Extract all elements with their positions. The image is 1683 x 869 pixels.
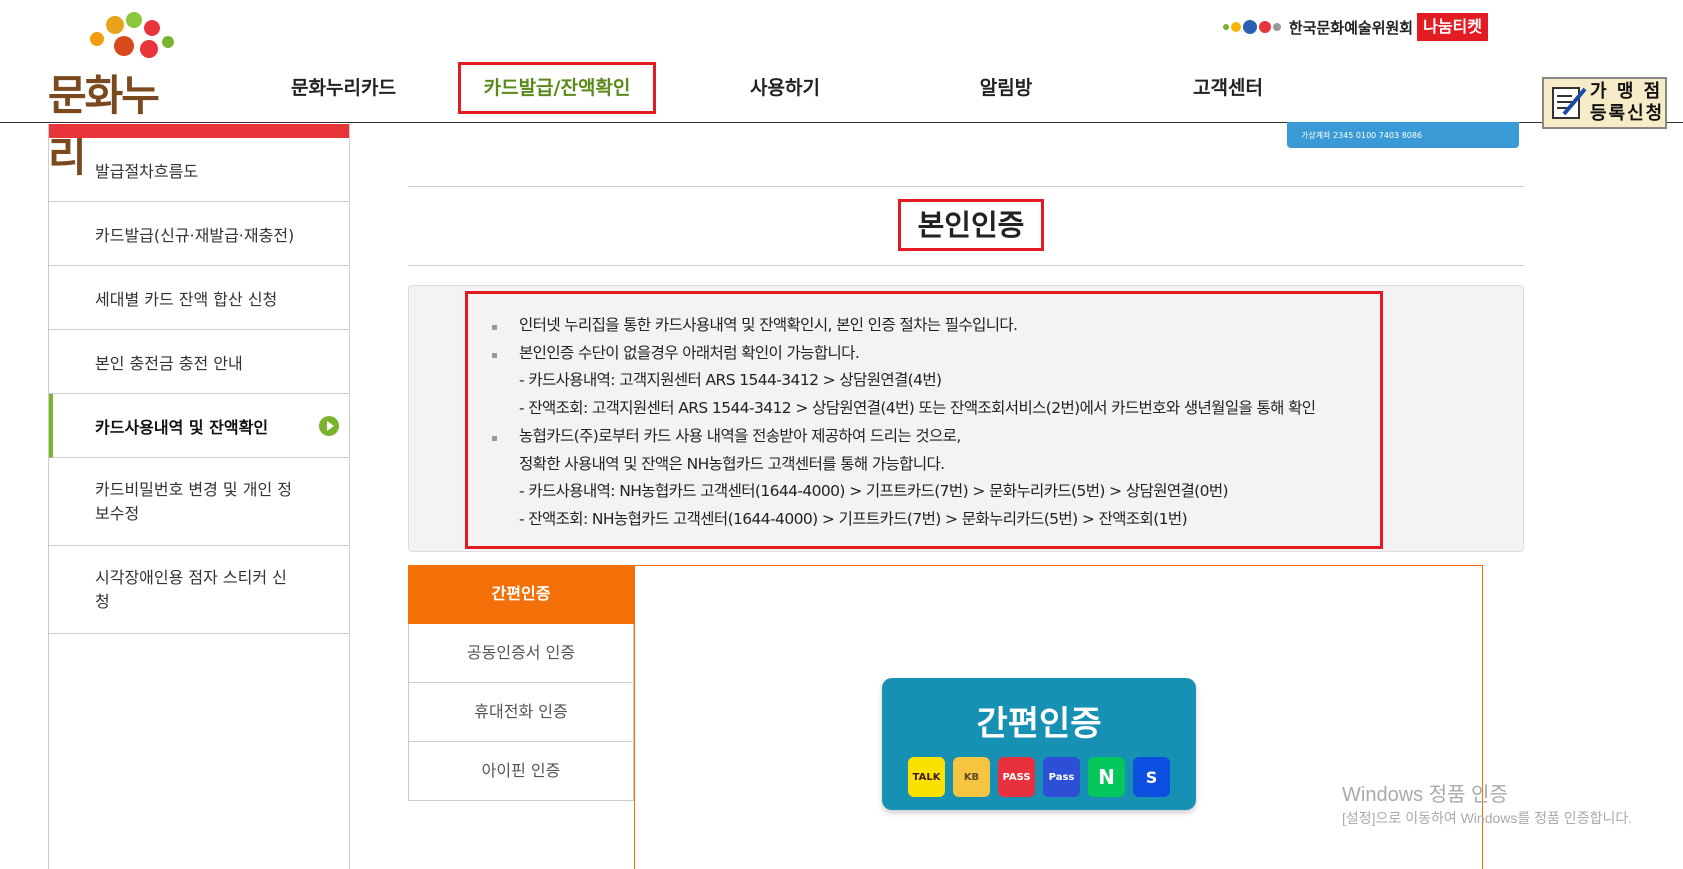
notice-box: 인터넷 누리집을 통한 카드사용내역 및 잔액확인시, 본인 인증 절차는 필수… bbox=[408, 285, 1524, 552]
pen-document-icon bbox=[1550, 84, 1588, 122]
arko-link[interactable]: 한국문화예술위원회 bbox=[1289, 17, 1413, 38]
windows-activation-watermark: Windows 정품 인증 [설정]으로 이동하여 Windows를 정품 인증… bbox=[1342, 783, 1632, 829]
logo-decoration-icon bbox=[126, 12, 142, 28]
site-logo[interactable]: 문화누리 bbox=[44, 10, 194, 181]
store-button-line2: 등록신청 bbox=[1590, 103, 1665, 124]
notice-line: - 카드사용내역: NH농협카드 고객센터(1644-4000) > 기프트카드… bbox=[519, 482, 1229, 501]
simple-auth-label: 간편인증 bbox=[976, 704, 1102, 744]
logo-decoration-icon bbox=[162, 36, 174, 48]
arrow-right-icon bbox=[319, 415, 339, 436]
logo-decoration-icon bbox=[144, 20, 160, 36]
nav-item-notice[interactable]: 알림방 bbox=[975, 62, 1037, 114]
auth-area: 간편인증 공동인증서 인증 휴대전화 인증 아이핀 인증 간편인증 TALK K… bbox=[408, 565, 1483, 869]
sidebar-item-household-balance[interactable]: 세대별 카드 잔액 합산 신청 bbox=[49, 266, 349, 330]
provider-list: TALK KB PASS Pass N S bbox=[908, 757, 1178, 797]
notice-line: 정확한 사용내역 및 잔액은 NH농협카드 고객센터를 통해 가능합니다. bbox=[519, 454, 945, 473]
sidebar-item-label: 본인 충전금 충전 안내 bbox=[95, 353, 243, 373]
auth-tab-list: 간편인증 공동인증서 인증 휴대전화 인증 아이핀 인증 bbox=[408, 565, 634, 801]
logo-decoration-icon bbox=[106, 16, 124, 34]
tab-mobile-auth[interactable]: 휴대전화 인증 bbox=[408, 683, 634, 742]
provider-label: TALK bbox=[912, 771, 941, 783]
sidebar-item-braille-sticker[interactable]: 시각장애인용 점자 스티커 신청 bbox=[49, 546, 349, 634]
banner-text: 가상계좌 2345 0100 7403 8086 bbox=[1301, 131, 1423, 140]
banner-peek: 가상계좌 2345 0100 7403 8086 bbox=[1287, 122, 1519, 148]
notice-line: - 잔액조회: NH농협카드 고객센터(1644-4000) > 기프트카드(7… bbox=[519, 509, 1188, 528]
nav-item-customer-center[interactable]: 고객센터 bbox=[1188, 62, 1268, 114]
watermark-line2: [설정]으로 이동하여 Windows를 정품 인증합니다. bbox=[1342, 810, 1633, 826]
provider-label: KB bbox=[963, 771, 980, 783]
provider-label: PASS bbox=[1002, 771, 1031, 783]
sidebar: 발급절차흐름도 카드발급(신규·재발급·재충전) 세대별 카드 잔액 합산 신청… bbox=[48, 124, 350, 869]
logo-decoration-icon bbox=[114, 36, 134, 56]
sidebar-item-password-change[interactable]: 카드비밀번호 변경 및 개인 정보수정 bbox=[49, 458, 349, 546]
store-registration-button[interactable]: 가 맹 점 등록신청 bbox=[1542, 77, 1667, 129]
notice-content: 인터넷 누리집을 통한 카드사용내역 및 잔액확인시, 본인 인증 절차는 필수… bbox=[465, 291, 1383, 549]
notice-line: - 잔액조회: 고객지원센터 ARS 1544-3412 > 상담원연결(4번)… bbox=[519, 399, 1316, 418]
tab-ipin-auth[interactable]: 아이핀 인증 bbox=[408, 742, 634, 801]
notice-line: - 카드사용내역: 고객지원센터 ARS 1544-3412 > 상담원연결(4… bbox=[519, 371, 942, 390]
shinhan-icon: S bbox=[1133, 757, 1170, 797]
sidebar-item-label: 시각장애인용 점자 스티커 신청 bbox=[95, 567, 287, 611]
pass-blue-icon: Pass bbox=[1043, 757, 1080, 797]
nav-item-card-issue-balance[interactable]: 카드발급/잔액확인 bbox=[458, 62, 656, 114]
nanum-ticket-link[interactable]: 나눔티켓 bbox=[1417, 13, 1488, 41]
notice-line: 농협카드(주)로부터 카드 사용 내역을 전송받아 제공하여 드리는 것으로, bbox=[492, 423, 1380, 451]
sidebar-item-label: 카드발급(신규·재발급·재충전) bbox=[95, 225, 295, 245]
title-section: 본인인증 bbox=[408, 186, 1524, 266]
tab-joint-certificate[interactable]: 공동인증서 인증 bbox=[408, 624, 634, 683]
nav-item-culture-card[interactable]: 문화누리카드 bbox=[286, 62, 401, 114]
provider-label: Pass bbox=[1048, 771, 1075, 783]
page-title: 본인인증 bbox=[898, 199, 1044, 251]
site-header: 문화누리 문화누리카드 카드발급/잔액확인 사용하기 알림방 고객센터 한국문화… bbox=[0, 0, 1683, 181]
sidebar-item-issue-flow[interactable]: 발급절차흐름도 bbox=[49, 138, 349, 202]
pass-red-icon: PASS bbox=[998, 757, 1035, 797]
watermark-line1: Windows 정품 인증 bbox=[1342, 784, 1508, 806]
sidebar-item-card-issue[interactable]: 카드발급(신규·재발급·재충전) bbox=[49, 202, 349, 266]
sidebar-item-usage-balance[interactable]: 카드사용내역 및 잔액확인 bbox=[49, 394, 349, 458]
naver-icon: N bbox=[1088, 757, 1125, 797]
logo-decoration-icon bbox=[140, 40, 158, 58]
tab-simple-auth[interactable]: 간편인증 bbox=[408, 565, 634, 624]
arko-logo-icon bbox=[1222, 20, 1283, 34]
sidebar-item-label: 카드비밀번호 변경 및 개인 정보수정 bbox=[95, 479, 292, 523]
sidebar-item-label: 카드사용내역 및 잔액확인 bbox=[95, 417, 269, 437]
logo-decoration-icon bbox=[90, 32, 104, 46]
notice-line: 인터넷 누리집을 통한 카드사용내역 및 잔액확인시, 본인 인증 절차는 필수… bbox=[492, 312, 1380, 340]
sidebar-top-bar bbox=[49, 124, 349, 138]
notice-line: 본인인증 수단이 없을경우 아래처럼 확인이 가능합니다. bbox=[492, 340, 1380, 368]
kakao-icon: TALK bbox=[908, 757, 945, 797]
nav-item-usage[interactable]: 사용하기 bbox=[745, 62, 825, 114]
sidebar-item-self-charge[interactable]: 본인 충전금 충전 안내 bbox=[49, 330, 349, 394]
partner-links: 한국문화예술위원회 나눔티켓 bbox=[1222, 12, 1488, 42]
sidebar-item-label: 발급절차흐름도 bbox=[95, 161, 199, 181]
provider-label: S bbox=[1145, 767, 1158, 787]
store-button-line1: 가 맹 점 bbox=[1590, 81, 1663, 102]
provider-label: N bbox=[1098, 765, 1115, 789]
sidebar-item-label: 세대별 카드 잔액 합산 신청 bbox=[95, 289, 278, 309]
simple-auth-button[interactable]: 간편인증 TALK KB PASS Pass N S bbox=[882, 678, 1196, 810]
kb-icon: KB bbox=[953, 757, 990, 797]
